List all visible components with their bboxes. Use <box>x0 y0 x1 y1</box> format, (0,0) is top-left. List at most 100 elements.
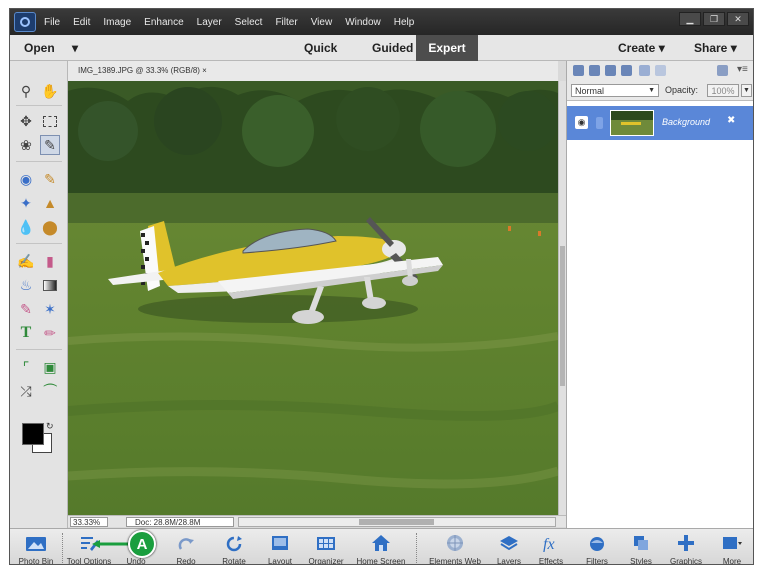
hand-tool-icon[interactable]: ✋ <box>40 81 60 101</box>
content-aware-move-tool-icon[interactable]: ⤮ <box>16 381 36 401</box>
graphics-button[interactable]: Graphics <box>664 529 708 564</box>
clone-stamp-tool-icon[interactable]: ▲ <box>40 193 60 213</box>
panel-menu-icon[interactable]: ▾≡ <box>737 64 748 75</box>
adjustment-layer-icon[interactable] <box>605 65 616 76</box>
tab-quick[interactable]: Quick <box>294 35 347 61</box>
svg-text:fx: fx <box>543 536 555 552</box>
lock-all-icon[interactable] <box>639 65 650 76</box>
window-controls: ▁ ❐ ✕ <box>679 12 749 26</box>
sponge-tool-icon[interactable]: ⬤ <box>40 217 60 237</box>
tab-guided[interactable]: Guided <box>362 35 423 61</box>
menu-enhance[interactable]: Enhance <box>144 17 183 28</box>
layer-row-background[interactable]: ◉ Background ✖ <box>567 106 753 140</box>
opacity-field[interactable]: 100% <box>707 84 739 97</box>
layout-button[interactable]: Layout <box>260 529 300 565</box>
marquee-tool-icon[interactable] <box>40 111 60 131</box>
chevron-down-icon[interactable]: ▾ <box>72 41 78 55</box>
airplane-photo <box>68 81 558 515</box>
menu-layer[interactable]: Layer <box>197 17 222 28</box>
menu-image[interactable]: Image <box>103 17 131 28</box>
type-tool-icon[interactable]: T <box>16 323 36 343</box>
open-button[interactable]: Open <box>24 41 55 55</box>
new-group-icon[interactable] <box>589 65 600 76</box>
chevron-down-icon: ▾ <box>658 41 665 55</box>
scroll-thumb[interactable] <box>560 246 565 386</box>
restore-icon[interactable]: ❐ <box>703 12 725 26</box>
menu-view[interactable]: View <box>311 17 333 28</box>
layout-label: Layout <box>267 557 293 565</box>
red-eye-tool-icon[interactable]: ◉ <box>16 169 36 189</box>
crop-tool-icon[interactable]: ⌜ <box>16 357 36 377</box>
scroll-thumb[interactable] <box>359 519 434 525</box>
blur-tool-icon[interactable]: 💧 <box>16 217 36 237</box>
styles-button[interactable]: Styles <box>622 529 660 565</box>
gradient-tool-icon[interactable] <box>40 275 60 295</box>
pencil-tool-icon[interactable]: ✏ <box>40 323 60 343</box>
photo-bin-label: Photo Bin <box>18 557 54 565</box>
layer-mask-icon[interactable] <box>621 65 632 76</box>
zoom-tool-icon[interactable]: ⚲ <box>16 81 36 101</box>
menu-edit[interactable]: Edit <box>73 17 90 28</box>
lasso-tool-icon[interactable]: ❀ <box>16 135 36 155</box>
toolbox: ⚲ ✋ ✥ ❀ ✎ ◉ ✎ ✦ ▲ 💧 ⬤ ✍ ▮ ♨ ✎ ✶ T ✏ ⌜ ▣ … <box>10 61 68 528</box>
chevron-down-icon[interactable]: ▼ <box>741 84 752 97</box>
callout-arrow <box>92 540 130 548</box>
quick-selection-tool-icon[interactable]: ✎ <box>40 135 60 155</box>
elements-web-button[interactable]: Elements Web <box>422 529 488 564</box>
brush-tool-icon[interactable]: ✍ <box>16 251 36 271</box>
recompose-tool-icon[interactable]: ▣ <box>40 357 60 377</box>
new-layer-icon[interactable] <box>573 65 584 76</box>
menu-select[interactable]: Select <box>235 17 263 28</box>
canvas-horizontal-scrollbar[interactable] <box>238 517 556 527</box>
straighten-tool-icon[interactable]: ⏜ <box>40 381 60 401</box>
delete-layer-icon[interactable] <box>717 65 728 76</box>
zoom-level-field[interactable]: 33.33% <box>70 517 108 527</box>
app-logo-icon[interactable] <box>14 12 36 32</box>
smart-brush-tool-icon[interactable]: ✦ <box>16 193 36 213</box>
share-label: Share <box>694 41 728 55</box>
document-tab[interactable]: IMG_1389.JPG @ 33.3% (RGB/8) × <box>68 61 558 81</box>
filters-button[interactable]: Filters <box>578 529 616 564</box>
home-icon <box>372 535 390 551</box>
status-bar: 33.33% Doc: 28.8M/28.8M <box>68 515 566 527</box>
layers-button[interactable]: Layers <box>490 529 528 564</box>
foreground-color-swatch[interactable] <box>22 423 44 445</box>
more-button[interactable]: More <box>712 529 752 564</box>
eyedropper-tool-icon[interactable]: ✎ <box>16 299 36 319</box>
redo-button[interactable]: Redo <box>166 529 206 565</box>
home-screen-label: Home Screen <box>356 557 406 565</box>
eraser-tool-icon[interactable]: ▮ <box>40 251 60 271</box>
effects-label: Effects <box>538 557 564 565</box>
color-swatches[interactable]: ↻ <box>20 421 56 457</box>
move-tool-icon[interactable]: ✥ <box>16 111 36 131</box>
lock-icon[interactable] <box>596 117 603 129</box>
create-label: Create <box>618 41 656 55</box>
share-button[interactable]: Share ▾ <box>694 41 737 55</box>
effects-button[interactable]: fx Effects <box>532 529 570 565</box>
image-canvas[interactable] <box>68 81 558 515</box>
custom-shape-tool-icon[interactable]: ✶ <box>40 299 60 319</box>
styles-label: Styles <box>630 557 652 565</box>
eye-icon[interactable]: ◉ <box>575 116 588 129</box>
layer-thumbnail <box>610 110 654 136</box>
menu-window[interactable]: Window <box>345 17 381 28</box>
tab-expert[interactable]: Expert <box>416 35 478 61</box>
create-button[interactable]: Create ▾ <box>618 41 665 55</box>
paint-bucket-tool-icon[interactable]: ♨ <box>16 275 36 295</box>
minimize-icon[interactable]: ▁ <box>679 12 701 26</box>
organizer-button[interactable]: Organizer <box>302 529 350 564</box>
menu-help[interactable]: Help <box>394 17 415 28</box>
canvas-vertical-scrollbar[interactable] <box>558 81 566 515</box>
menu-file[interactable]: File <box>44 17 60 28</box>
photo-bin-button[interactable]: Photo Bin <box>12 529 60 565</box>
blend-mode-select[interactable]: Normal ▼ <box>571 84 659 97</box>
swap-colors-icon[interactable]: ↻ <box>46 421 54 432</box>
close-icon[interactable]: ✕ <box>727 12 749 26</box>
spot-healing-tool-icon[interactable]: ✎ <box>40 169 60 189</box>
menu-filter[interactable]: Filter <box>275 17 297 28</box>
rotate-button[interactable]: Rotate <box>212 529 256 564</box>
home-screen-button[interactable]: Home Screen <box>352 529 410 565</box>
lock-transparency-icon[interactable] <box>655 65 666 76</box>
opacity-label: Opacity: <box>665 85 699 95</box>
redo-label: Redo <box>176 557 196 565</box>
